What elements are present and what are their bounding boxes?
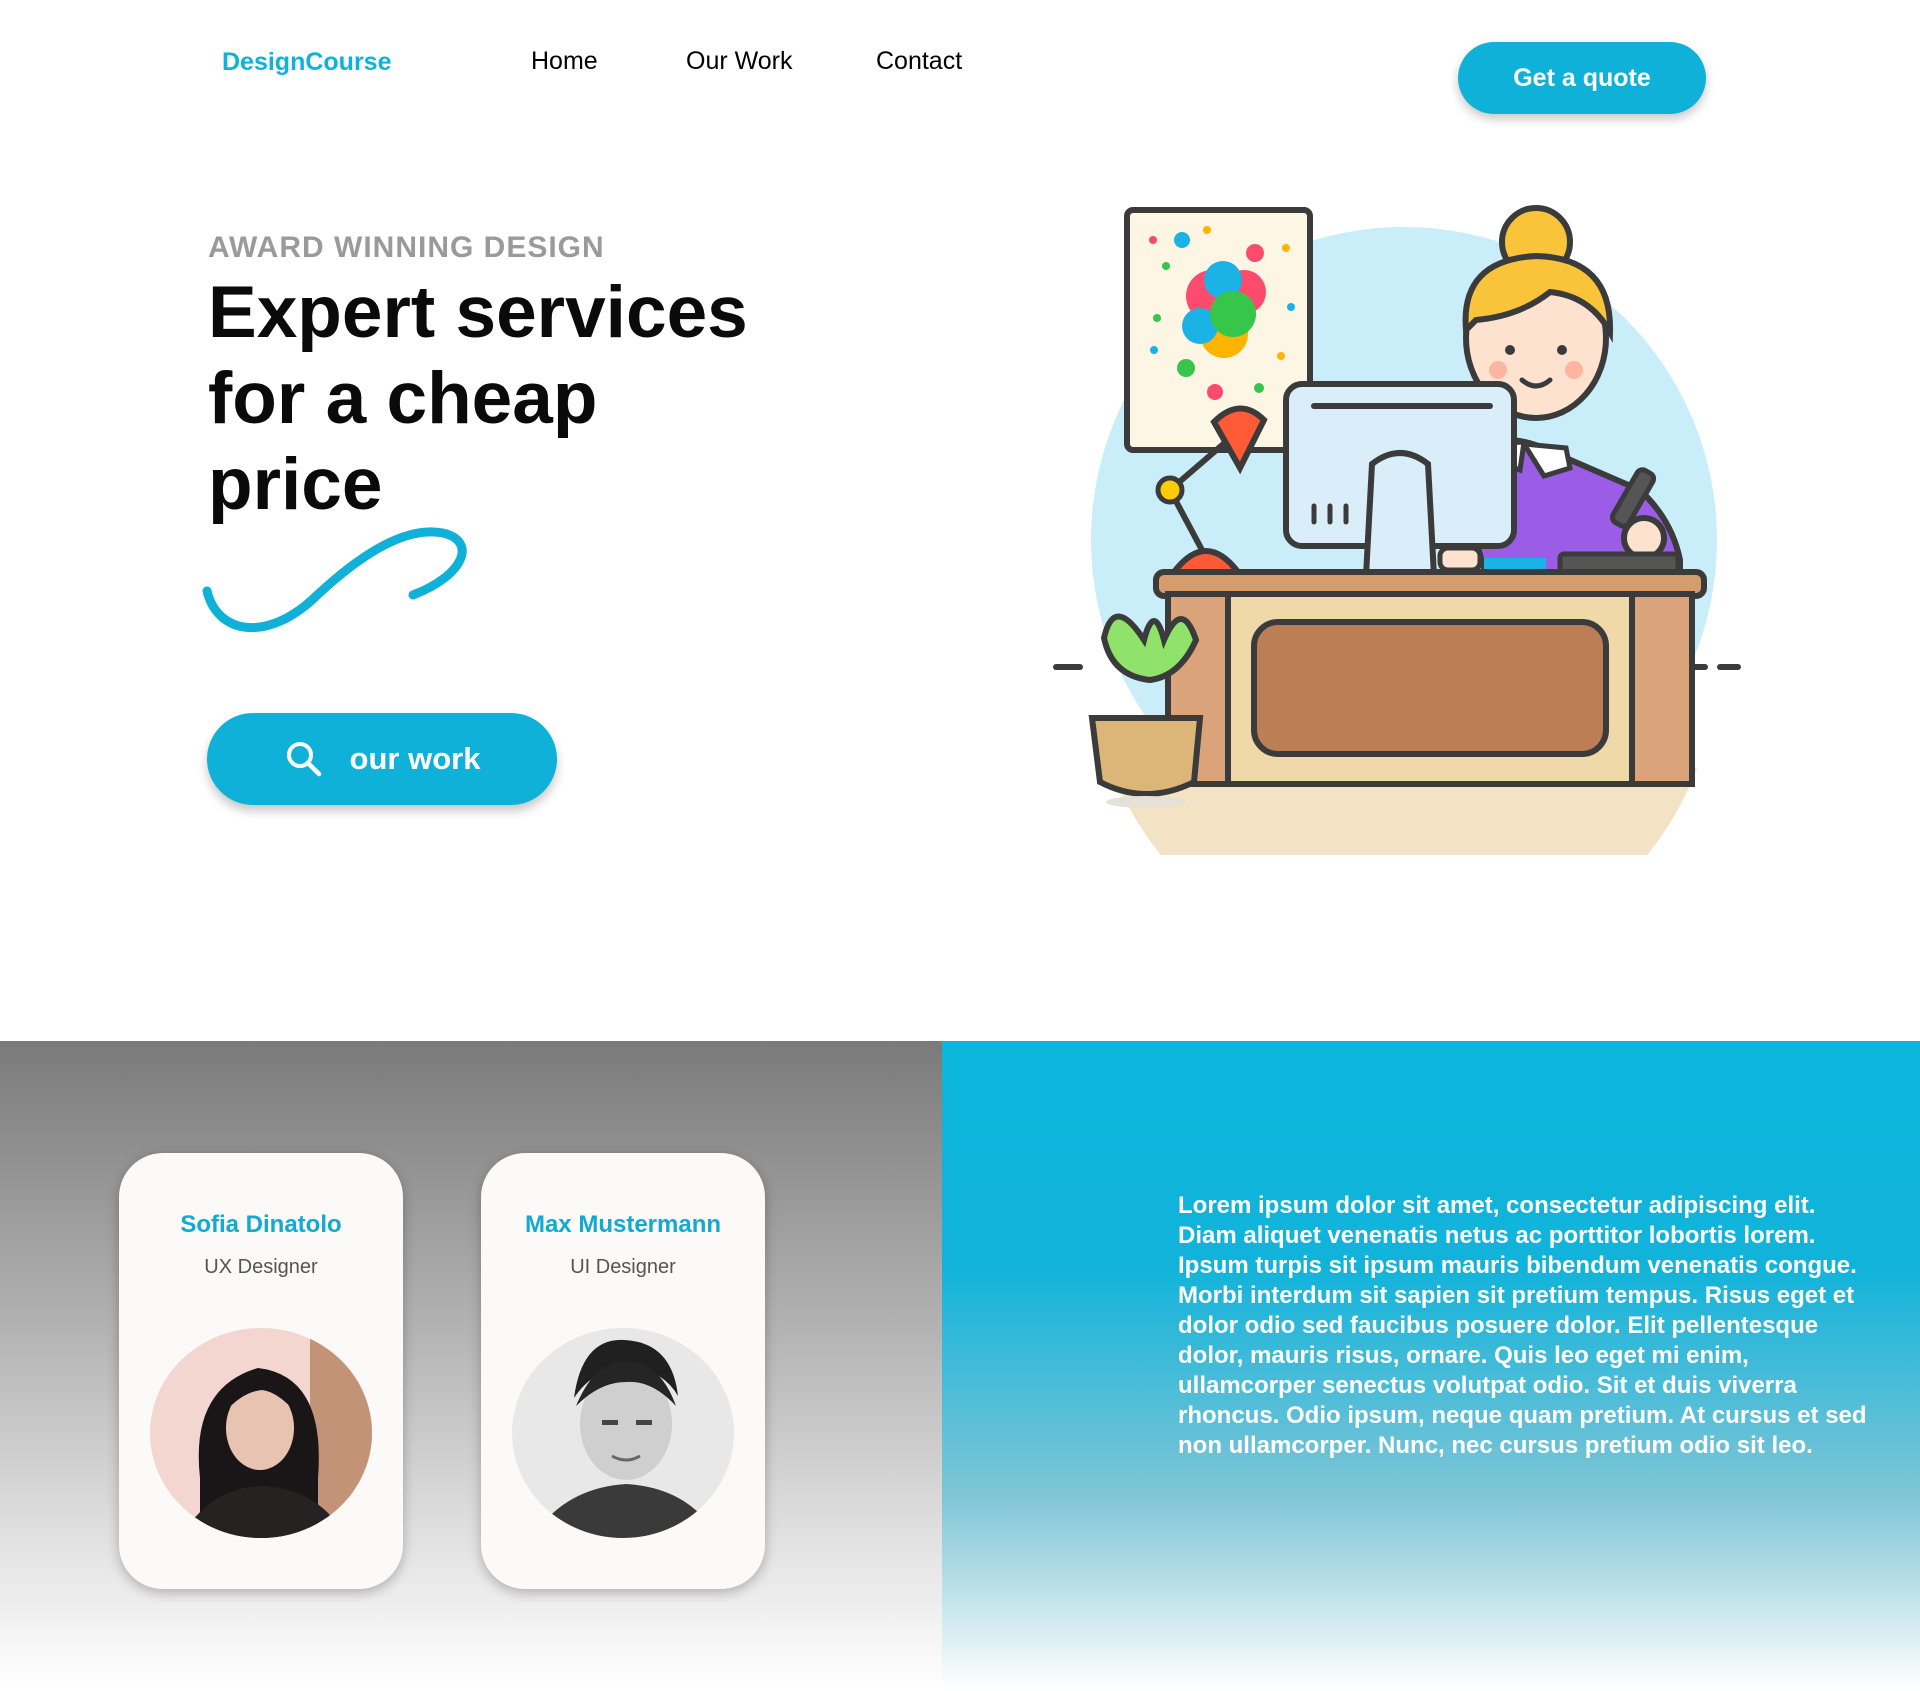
nav-link-home[interactable]: Home: [531, 47, 598, 76]
hero-eyebrow: AWARD WINNING DESIGN: [208, 231, 605, 264]
our-work-label: our work: [349, 741, 481, 776]
nav-link-contact[interactable]: Contact: [876, 47, 962, 76]
get-quote-button[interactable]: Get a quote: [1458, 42, 1706, 114]
monitor: [1283, 381, 1517, 579]
search-icon: [284, 739, 324, 779]
member-name: Sofia Dinatolo: [180, 1211, 342, 1238]
member-role: UX Designer: [204, 1256, 318, 1278]
avatar: [150, 1328, 372, 1538]
our-work-button[interactable]: our work: [207, 713, 557, 805]
brand-logo[interactable]: DesignCourse: [222, 48, 391, 77]
designer-desk-illustration: [1053, 205, 1741, 855]
info-paragraph: Lorem ipsum dolor sit amet, consectetur …: [1178, 1192, 1867, 1459]
headline-line-2: for a cheap: [208, 358, 598, 439]
team-card[interactable]: Sofia Dinatolo UX Designer: [119, 1153, 403, 1589]
member-role: UI Designer: [570, 1256, 676, 1278]
member-name: Max Mustermann: [524, 1211, 722, 1238]
office-desk: [1153, 569, 1707, 787]
avatar: [512, 1328, 734, 1538]
headline-line-1: Expert services: [208, 272, 748, 353]
nav-link-our-work[interactable]: Our Work: [686, 47, 793, 76]
squiggle-decoration: [202, 527, 467, 633]
hero-headline: Expert services for a cheap price: [208, 270, 808, 528]
team-card[interactable]: Max Mustermann UI Designer: [481, 1153, 765, 1589]
